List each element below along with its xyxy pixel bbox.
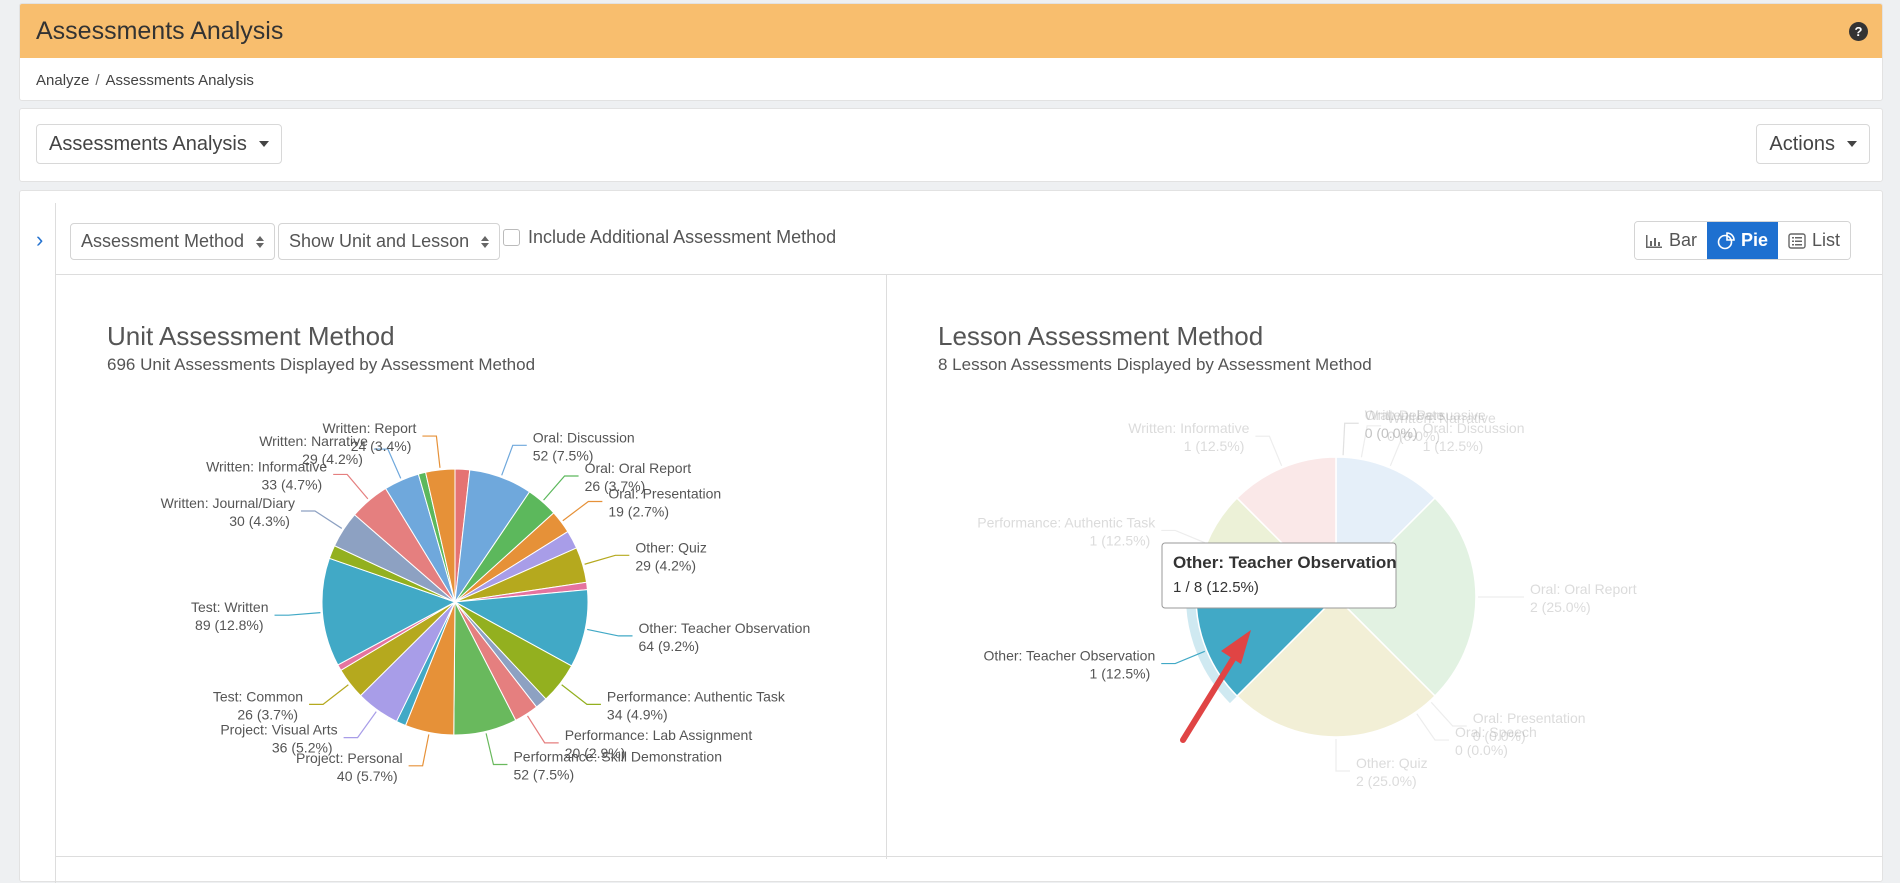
lesson-slice-other-quiz-label-name: Other: Quiz xyxy=(1356,755,1428,771)
lesson-slice-performance-authentic-task-connector xyxy=(1161,529,1206,544)
lesson-slice-oral-oral-report-label: Oral: Oral Report 2 (25.0%) xyxy=(1478,581,1637,615)
lesson-slice-oral-debate-connector xyxy=(1342,422,1359,456)
lesson-slice-other-teacher-observation-label-name: Other: Teacher Observation xyxy=(984,648,1156,664)
lesson-slice-oral-speech-label-name: Oral: Speech xyxy=(1455,724,1537,740)
lesson-slice-written-persuasive-connector xyxy=(1342,422,1359,456)
lesson-slice-oral-oral-report-label-value: 2 (25.0%) xyxy=(1530,599,1591,615)
lesson-slice-other-teacher-observation-label: Other: Teacher Observation 1 (12.5%) xyxy=(984,648,1206,682)
tooltip-value: 1 / 8 (12.5%) xyxy=(1173,579,1259,596)
lesson-slice-written-informative-connector xyxy=(1255,435,1283,467)
lesson-slice-performance-authentic-task-label-name: Performance: Authentic Task xyxy=(977,514,1156,530)
lesson-slice-other-quiz-label-value: 2 (25.0%) xyxy=(1356,773,1417,789)
lesson-pie-chart: Oral: Debate0 (0.0%) Oral: Discussion1 (1… xyxy=(977,407,1637,789)
lesson-slice-written-narrative-label-name: Written: Narrative xyxy=(1387,410,1496,426)
lesson-slice-written-informative-label-name: Written: Informative xyxy=(1128,420,1249,436)
tooltip-title: Other: Teacher Observation xyxy=(1173,553,1397,572)
lesson-slice-oral-speech-label-value: 0 (0.0%) xyxy=(1455,742,1508,758)
lesson-slice-other-quiz-connector xyxy=(1335,739,1350,772)
chart-tooltip: Other: Teacher Observation 1 / 8 (12.5%) xyxy=(1161,542,1397,609)
lesson-slice-performance-authentic-task-label-value: 1 (12.5%) xyxy=(1090,532,1151,548)
lesson-slice-oral-oral-report-label-name: Oral: Oral Report xyxy=(1530,581,1637,597)
lesson-slice-other-quiz-label: Other: Quiz 2 (25.0%) xyxy=(1335,739,1428,789)
lesson-slice-written-informative-label-value: 1 (12.5%) xyxy=(1184,438,1245,454)
lesson-slice-oral-presentation-connector xyxy=(1430,701,1467,727)
lesson-slice-oral-speech-connector xyxy=(1416,713,1450,741)
lesson-slice-other-teacher-observation-label-value: 1 (12.5%) xyxy=(1090,666,1151,682)
lesson-slice-written-narrative-label-value: 0 (0.0%) xyxy=(1387,428,1440,444)
lesson-slice-written-informative-label: Written: Informative 1 (12.5%) xyxy=(1128,420,1283,467)
